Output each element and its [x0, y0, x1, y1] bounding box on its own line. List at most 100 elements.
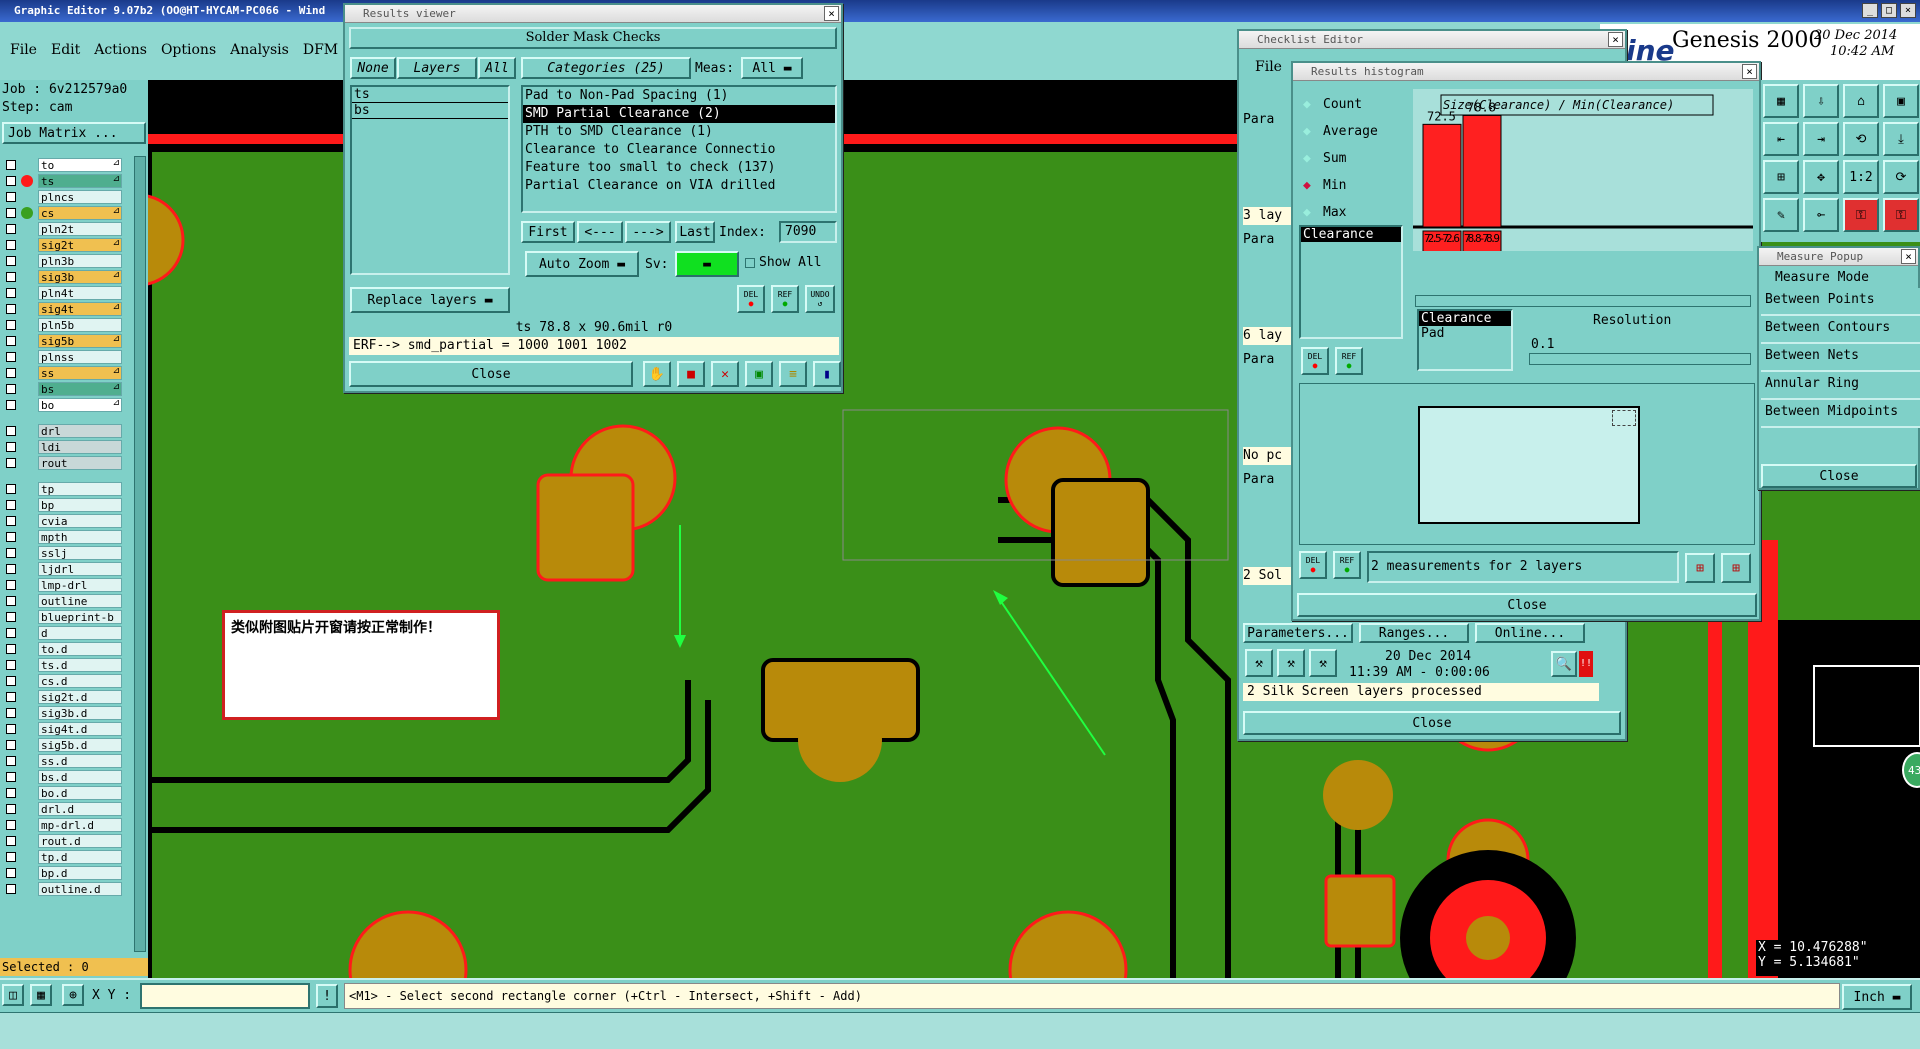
- info-icon[interactable]: !: [316, 984, 338, 1008]
- hist-del2-button[interactable]: DEL ●: [1299, 551, 1327, 579]
- layer-checkbox[interactable]: [6, 192, 16, 202]
- layer-row-rout.d[interactable]: rout.d: [2, 834, 124, 848]
- sv-color-select[interactable]: ▬: [675, 251, 739, 277]
- layer-scrollbar[interactable]: [134, 156, 146, 952]
- auto-zoom-select[interactable]: Auto Zoom ▬: [525, 251, 639, 277]
- layer-checkbox[interactable]: [6, 304, 16, 314]
- replace-layers-select[interactable]: Replace layers ▬: [350, 287, 510, 313]
- layer-row-cs[interactable]: cs ⊿: [2, 206, 124, 220]
- measure-mode-item[interactable]: Between Nets: [1761, 344, 1920, 372]
- layer-row-sig5b.d[interactable]: sig5b.d: [2, 738, 124, 752]
- measure-mode-item[interactable]: Between Midpoints: [1761, 400, 1920, 428]
- menu-dfm[interactable]: DFM: [303, 42, 338, 58]
- layer-row-ts[interactable]: ts ⊿: [2, 174, 124, 188]
- measure-tool-icon[interactable]: ⊞: [1685, 553, 1715, 583]
- layer-checkbox[interactable]: [6, 336, 16, 346]
- layer-checkbox[interactable]: [6, 820, 16, 830]
- layer-row-drl[interactable]: drl: [2, 424, 124, 438]
- ranges-button[interactable]: Ranges...: [1359, 623, 1469, 643]
- field-item-clearance[interactable]: Clearance: [1301, 227, 1401, 242]
- category-item[interactable]: SMD Partial Clearance (2): [523, 105, 835, 123]
- category-item[interactable]: Partial Clearance on VIA drilled: [523, 177, 835, 195]
- home-icon[interactable]: ⌂: [1843, 84, 1879, 118]
- cycle-icon[interactable]: ⟳: [1883, 160, 1919, 194]
- layer-checkbox[interactable]: [6, 500, 16, 510]
- measure-mode-item[interactable]: Between Points: [1761, 288, 1920, 316]
- grid-icon[interactable]: ▦: [30, 984, 52, 1006]
- next-button[interactable]: --->: [625, 221, 671, 243]
- layer-checkbox[interactable]: [6, 548, 16, 558]
- layer-checkbox[interactable]: [6, 596, 16, 606]
- checklist-row-label[interactable]: 2 Sol: [1243, 567, 1291, 585]
- zoom-icon[interactable]: 🔍: [1551, 651, 1577, 677]
- layer-checkbox[interactable]: [6, 868, 16, 878]
- histogram-titlebar[interactable]: Results histogram ×: [1293, 63, 1759, 81]
- layer-row-bs.d[interactable]: bs.d: [2, 770, 124, 784]
- hand-icon[interactable]: ✋: [643, 361, 671, 387]
- stop-red-icon[interactable]: !!: [1579, 651, 1593, 677]
- job-matrix-button[interactable]: Job Matrix ...: [2, 122, 146, 144]
- hist-ref-button[interactable]: REF ●: [1335, 347, 1363, 375]
- layer-row-ts.d[interactable]: ts.d: [2, 658, 124, 672]
- arrows-icon[interactable]: ✥: [1803, 160, 1839, 194]
- layer-checkbox[interactable]: [6, 676, 16, 686]
- checklist-row-label[interactable]: Para: [1243, 351, 1291, 369]
- layer-checkbox[interactable]: [6, 660, 16, 670]
- layer-row-blueprint-b[interactable]: blueprint-b: [2, 610, 124, 624]
- layer-checkbox[interactable]: [6, 484, 16, 494]
- category-item[interactable]: Clearance to Clearance Connectio: [523, 141, 835, 159]
- checklist-file-menu[interactable]: File: [1255, 59, 1282, 75]
- layer-checkbox[interactable]: [6, 724, 16, 734]
- measure-icon[interactable]: ⟜: [1803, 198, 1839, 232]
- layer-row-ldi[interactable]: ldi: [2, 440, 124, 454]
- window-controls[interactable]: _ □ ×: [1862, 3, 1916, 18]
- close-icon[interactable]: ×: [1742, 64, 1757, 79]
- layer-checkbox[interactable]: [6, 804, 16, 814]
- layer-row-pln5b[interactable]: pln5b: [2, 318, 124, 332]
- run-erf-icon[interactable]: ⚒: [1309, 649, 1337, 677]
- layer-row-sig5b[interactable]: sig5b ⊿: [2, 334, 124, 348]
- chart-scrollbar[interactable]: [1415, 295, 1751, 307]
- stop-icon[interactable]: ■: [677, 361, 705, 387]
- layer-checkbox[interactable]: [6, 458, 16, 468]
- stat-average[interactable]: ◆ Average: [1301, 118, 1411, 145]
- crosshair-icon[interactable]: ⊕: [62, 984, 84, 1006]
- layer-checkbox[interactable]: [6, 852, 16, 862]
- ref-button[interactable]: REF ●: [771, 285, 799, 313]
- layer-checkbox[interactable]: [6, 320, 16, 330]
- del-button[interactable]: DEL ●: [737, 285, 765, 313]
- layer-row-tp[interactable]: tp: [2, 482, 124, 496]
- close-icon[interactable]: ×: [1608, 32, 1623, 47]
- layers-tab[interactable]: Layers: [397, 57, 477, 79]
- resolution-slider[interactable]: [1529, 353, 1751, 365]
- checklist-row-label[interactable]: No pc: [1243, 447, 1291, 465]
- measure-mode-item[interactable]: Between Contours: [1761, 316, 1920, 344]
- category-item[interactable]: Feature too small to check (137): [523, 159, 835, 177]
- layer-checkbox[interactable]: [6, 224, 16, 234]
- layer-row-ljdrl[interactable]: ljdrl: [2, 562, 124, 576]
- layer-row-ss[interactable]: ss ⊿: [2, 366, 124, 380]
- toggle-icon[interactable]: ▣: [745, 361, 773, 387]
- categories-tab[interactable]: Categories (25): [521, 57, 691, 79]
- layer-row-outline.d[interactable]: outline.d: [2, 882, 124, 896]
- snap-grid-icon[interactable]: ⊞: [1763, 160, 1799, 194]
- layer-checkbox[interactable]: [6, 352, 16, 362]
- checklist-row-label[interactable]: 6 lay: [1243, 327, 1291, 345]
- checklist-row-label[interactable]: Para: [1243, 111, 1291, 129]
- filter-icon[interactable]: ✕: [711, 361, 739, 387]
- layer-row-bo[interactable]: bo ⊿: [2, 398, 124, 412]
- category-item[interactable]: PTH to SMD Clearance (1): [523, 123, 835, 141]
- close-icon[interactable]: ×: [824, 6, 839, 21]
- layer-checkbox[interactable]: [6, 400, 16, 410]
- layer-row-sig3b.d[interactable]: sig3b.d: [2, 706, 124, 720]
- all-button[interactable]: All: [478, 57, 516, 79]
- snap-icon[interactable]: ◫: [2, 984, 24, 1006]
- layer-icon[interactable]: ▦: [1763, 84, 1799, 118]
- checklist-row-label[interactable]: 3 lay: [1243, 207, 1291, 225]
- layer-checkbox[interactable]: [6, 788, 16, 798]
- show-all-checkbox[interactable]: [745, 258, 755, 268]
- undo-button[interactable]: UNDO ↺: [805, 285, 835, 313]
- layer-row-ss.d[interactable]: ss.d: [2, 754, 124, 768]
- stat-min[interactable]: ◆ Min: [1301, 172, 1411, 199]
- first-button[interactable]: First: [521, 221, 575, 243]
